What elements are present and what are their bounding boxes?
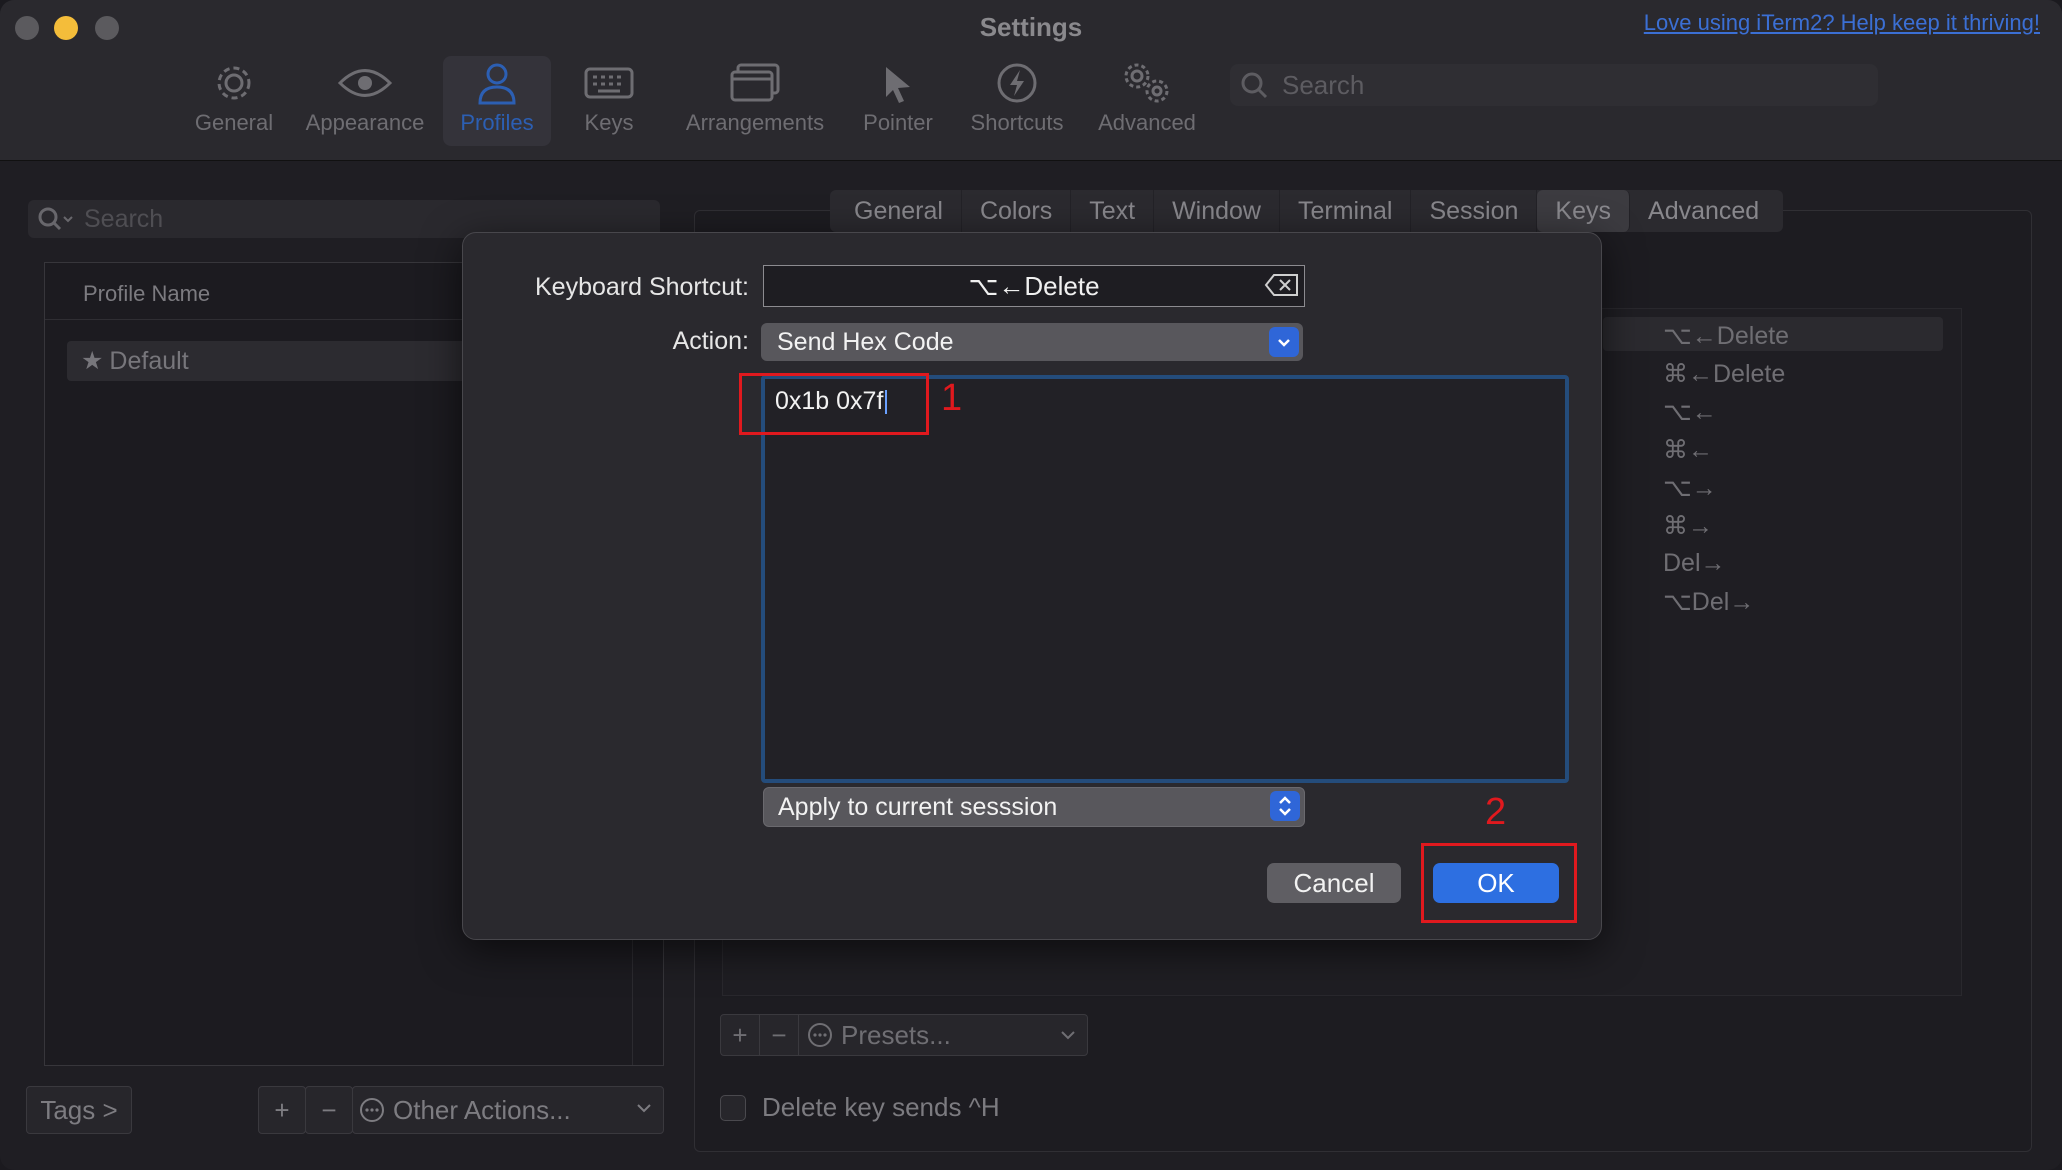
tags-button[interactable]: Tags > bbox=[26, 1086, 132, 1134]
toolbar-keys[interactable]: Keys bbox=[564, 58, 654, 148]
toolbar-label: Appearance bbox=[305, 110, 425, 135]
toolbar-label: Keys bbox=[584, 110, 634, 135]
toolbar-pointer[interactable]: Pointer bbox=[856, 58, 940, 148]
gear-icon bbox=[213, 58, 255, 108]
profile-name-column[interactable]: Profile Name bbox=[83, 281, 210, 307]
delete-sends-ctrl-h-option: Delete key sends ^H bbox=[720, 1092, 1000, 1123]
remove-key-mapping-button[interactable]: − bbox=[760, 1015, 799, 1055]
search-icon bbox=[36, 205, 76, 233]
keyboard-icon bbox=[584, 58, 634, 108]
bolt-icon bbox=[996, 58, 1038, 108]
action-value: Send Hex Code bbox=[777, 327, 954, 356]
add-key-mapping-button[interactable]: + bbox=[721, 1015, 760, 1055]
promo-link[interactable]: Love using iTerm2? Help keep it thriving… bbox=[1644, 10, 2040, 36]
toolbar-general[interactable]: General bbox=[190, 58, 278, 148]
key-mapping-row[interactable]: ⌘← bbox=[1663, 435, 1713, 465]
search-placeholder: Search bbox=[1282, 69, 1365, 100]
tab-keys[interactable]: Keys bbox=[1537, 190, 1631, 232]
other-actions-label: Other Actions... bbox=[393, 1094, 571, 1125]
action-select[interactable]: Send Hex Code bbox=[761, 323, 1303, 361]
keyboard-shortcut-label: Keyboard Shortcut: bbox=[534, 273, 749, 301]
delete-sends-ctrl-h-checkbox[interactable] bbox=[720, 1094, 746, 1121]
apply-scope-select[interactable]: Apply to current sesssion bbox=[763, 787, 1305, 827]
presets-menu[interactable]: Presets... bbox=[799, 1015, 1087, 1055]
toolbar-label: Shortcuts bbox=[970, 110, 1064, 135]
titlebar: Settings Love using iTerm2? Help keep it… bbox=[0, 0, 2062, 161]
key-mapping-controls: + − Presets... bbox=[720, 1014, 1088, 1056]
gears-icon bbox=[1119, 58, 1175, 108]
toolbar-label: General bbox=[194, 110, 274, 135]
toolbar-shortcuts[interactable]: Shortcuts bbox=[964, 58, 1070, 148]
up-down-chevron-icon bbox=[1270, 791, 1300, 821]
clear-shortcut-icon[interactable] bbox=[1264, 272, 1300, 305]
profile-tabs: General Colors Text Window Terminal Sess… bbox=[830, 190, 1784, 232]
tab-terminal[interactable]: Terminal bbox=[1280, 190, 1412, 232]
toolbar-advanced[interactable]: Advanced bbox=[1094, 58, 1200, 148]
search-placeholder: Search bbox=[84, 204, 164, 233]
window-icon bbox=[730, 58, 780, 108]
annotation-box-1 bbox=[739, 373, 929, 435]
ellipsis-circle-icon bbox=[359, 1097, 385, 1123]
toolbar-label: Profiles bbox=[460, 110, 534, 135]
toolbar-profiles[interactable]: Profiles bbox=[452, 58, 542, 148]
ellipsis-circle-icon bbox=[807, 1022, 833, 1048]
annotation-number-2: 2 bbox=[1485, 791, 1507, 833]
remove-profile-button[interactable]: − bbox=[305, 1086, 353, 1134]
shortcut-value: ⌥←Delete bbox=[968, 270, 1100, 301]
key-mapping-row[interactable]: Del→ bbox=[1663, 549, 1726, 578]
pointer-icon bbox=[876, 58, 920, 108]
eye-icon bbox=[337, 58, 393, 108]
chevron-down-icon bbox=[1269, 327, 1299, 357]
search-icon bbox=[1240, 71, 1268, 99]
key-mapping-row[interactable]: ⌥Del→ bbox=[1663, 587, 1754, 617]
key-mapping-row[interactable]: ⌥←Delete bbox=[1663, 321, 1789, 351]
delete-sends-ctrl-h-label: Delete key sends ^H bbox=[762, 1092, 1000, 1122]
key-mapping-dialog: Keyboard Shortcut: ⌥←Delete Action: Send… bbox=[462, 232, 1602, 940]
other-actions-menu[interactable]: Other Actions... bbox=[352, 1086, 664, 1134]
add-profile-button[interactable]: + bbox=[258, 1086, 306, 1134]
tab-colors[interactable]: Colors bbox=[962, 190, 1072, 232]
key-mapping-row[interactable]: ⌘←Delete bbox=[1663, 359, 1785, 389]
tab-advanced[interactable]: Advanced bbox=[1630, 190, 1777, 232]
toolbar-label: Advanced bbox=[1098, 110, 1196, 135]
key-mapping-row[interactable]: ⌘→ bbox=[1663, 511, 1713, 541]
settings-window: Settings Love using iTerm2? Help keep it… bbox=[0, 0, 2062, 1170]
settings-search-input[interactable]: Search bbox=[1230, 64, 1878, 106]
toolbar-label: Pointer bbox=[863, 110, 933, 135]
annotation-box-2 bbox=[1421, 843, 1577, 923]
toolbar-arrangements[interactable]: Arrangements bbox=[678, 58, 832, 148]
tab-general[interactable]: General bbox=[836, 190, 962, 232]
profile-row-default[interactable]: ★ Default bbox=[67, 341, 507, 381]
chevron-down-icon bbox=[1059, 1026, 1077, 1044]
hex-code-textarea[interactable]: 0x1b 0x7f bbox=[761, 375, 1569, 783]
cancel-button[interactable]: Cancel bbox=[1267, 863, 1401, 903]
keyboard-shortcut-field[interactable]: ⌥←Delete bbox=[763, 265, 1305, 307]
star-icon: ★ bbox=[81, 347, 104, 375]
annotation-number-1: 1 bbox=[941, 377, 963, 419]
apply-scope-value: Apply to current sesssion bbox=[778, 792, 1058, 821]
toolbar-appearance[interactable]: Appearance bbox=[302, 58, 428, 148]
key-mapping-row[interactable]: ⌥→ bbox=[1663, 473, 1717, 503]
key-mapping-row[interactable]: ⌥← bbox=[1663, 397, 1717, 427]
chevron-down-icon bbox=[635, 1099, 653, 1117]
tab-window[interactable]: Window bbox=[1154, 190, 1280, 232]
toolbar-label: Arrangements bbox=[685, 110, 825, 135]
profile-name: Default bbox=[109, 346, 189, 375]
tab-text[interactable]: Text bbox=[1071, 190, 1155, 232]
tab-session[interactable]: Session bbox=[1411, 190, 1538, 232]
person-icon bbox=[477, 58, 517, 108]
action-label: Action: bbox=[672, 327, 749, 355]
presets-label: Presets... bbox=[841, 1019, 951, 1050]
